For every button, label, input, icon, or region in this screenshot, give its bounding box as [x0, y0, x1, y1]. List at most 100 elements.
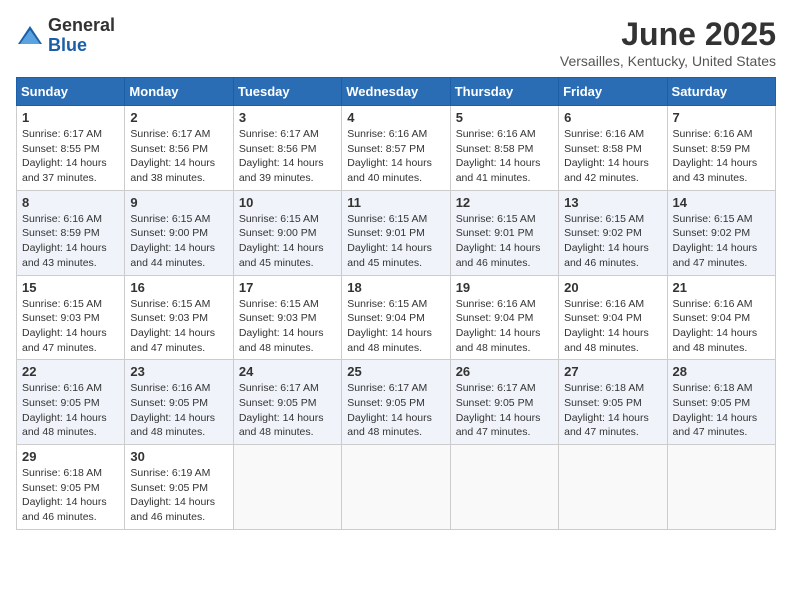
calendar-cell: 23 Sunrise: 6:16 AM Sunset: 9:05 PM Dayl… — [125, 360, 233, 445]
day-info: Sunrise: 6:17 AM Sunset: 9:05 PM Dayligh… — [456, 381, 553, 440]
calendar-cell: 11 Sunrise: 6:15 AM Sunset: 9:01 PM Dayl… — [342, 190, 450, 275]
day-info: Sunrise: 6:15 AM Sunset: 9:02 PM Dayligh… — [564, 212, 661, 271]
day-number: 24 — [239, 364, 336, 379]
day-number: 9 — [130, 195, 227, 210]
calendar-row-4: 22 Sunrise: 6:16 AM Sunset: 9:05 PM Dayl… — [17, 360, 776, 445]
sunset-label: Sunset: 9:04 PM — [564, 312, 642, 324]
day-number: 13 — [564, 195, 661, 210]
sunset-label: Sunset: 9:02 PM — [564, 227, 642, 239]
sunrise-label: Sunrise: 6:16 AM — [347, 128, 427, 140]
sunrise-label: Sunrise: 6:16 AM — [22, 382, 102, 394]
daylight-label: Daylight: 14 hours and 48 minutes. — [347, 412, 432, 439]
header-monday: Monday — [125, 78, 233, 106]
daylight-label: Daylight: 14 hours and 48 minutes. — [239, 327, 324, 354]
sunrise-label: Sunrise: 6:17 AM — [239, 128, 319, 140]
day-number: 4 — [347, 110, 444, 125]
header-thursday: Thursday — [450, 78, 558, 106]
calendar-cell: 25 Sunrise: 6:17 AM Sunset: 9:05 PM Dayl… — [342, 360, 450, 445]
sunset-label: Sunset: 9:02 PM — [673, 227, 751, 239]
sunrise-label: Sunrise: 6:16 AM — [564, 128, 644, 140]
calendar-body: 1 Sunrise: 6:17 AM Sunset: 8:55 PM Dayli… — [17, 106, 776, 530]
sunset-label: Sunset: 8:58 PM — [456, 143, 534, 155]
day-number: 15 — [22, 280, 119, 295]
calendar-header: Sunday Monday Tuesday Wednesday Thursday… — [17, 78, 776, 106]
calendar-cell: 29 Sunrise: 6:18 AM Sunset: 9:05 PM Dayl… — [17, 445, 125, 530]
daylight-label: Daylight: 14 hours and 48 minutes. — [456, 327, 541, 354]
sunrise-label: Sunrise: 6:15 AM — [22, 298, 102, 310]
sunrise-label: Sunrise: 6:18 AM — [673, 382, 753, 394]
sunset-label: Sunset: 9:04 PM — [456, 312, 534, 324]
day-info: Sunrise: 6:18 AM Sunset: 9:05 PM Dayligh… — [564, 381, 661, 440]
calendar-row-2: 8 Sunrise: 6:16 AM Sunset: 8:59 PM Dayli… — [17, 190, 776, 275]
daylight-label: Daylight: 14 hours and 48 minutes. — [673, 327, 758, 354]
sunset-label: Sunset: 9:03 PM — [239, 312, 317, 324]
calendar-cell: 16 Sunrise: 6:15 AM Sunset: 9:03 PM Dayl… — [125, 275, 233, 360]
day-number: 21 — [673, 280, 770, 295]
sunrise-label: Sunrise: 6:17 AM — [239, 382, 319, 394]
daylight-label: Daylight: 14 hours and 48 minutes. — [22, 412, 107, 439]
sunrise-label: Sunrise: 6:18 AM — [564, 382, 644, 394]
daylight-label: Daylight: 14 hours and 46 minutes. — [130, 496, 215, 523]
sunrise-label: Sunrise: 6:16 AM — [673, 128, 753, 140]
day-info: Sunrise: 6:15 AM Sunset: 9:03 PM Dayligh… — [239, 297, 336, 356]
calendar-row-1: 1 Sunrise: 6:17 AM Sunset: 8:55 PM Dayli… — [17, 106, 776, 191]
header-tuesday: Tuesday — [233, 78, 341, 106]
sunset-label: Sunset: 9:03 PM — [22, 312, 100, 324]
sunset-label: Sunset: 8:56 PM — [130, 143, 208, 155]
sunset-label: Sunset: 9:05 PM — [130, 397, 208, 409]
day-info: Sunrise: 6:15 AM Sunset: 9:03 PM Dayligh… — [22, 297, 119, 356]
day-number: 8 — [22, 195, 119, 210]
daylight-label: Daylight: 14 hours and 48 minutes. — [564, 327, 649, 354]
header-friday: Friday — [559, 78, 667, 106]
day-number: 17 — [239, 280, 336, 295]
day-number: 25 — [347, 364, 444, 379]
sunrise-label: Sunrise: 6:16 AM — [456, 298, 536, 310]
day-number: 19 — [456, 280, 553, 295]
calendar-cell: 30 Sunrise: 6:19 AM Sunset: 9:05 PM Dayl… — [125, 445, 233, 530]
day-info: Sunrise: 6:16 AM Sunset: 9:04 PM Dayligh… — [673, 297, 770, 356]
day-number: 12 — [456, 195, 553, 210]
day-info: Sunrise: 6:16 AM Sunset: 8:58 PM Dayligh… — [456, 127, 553, 186]
calendar-cell: 18 Sunrise: 6:15 AM Sunset: 9:04 PM Dayl… — [342, 275, 450, 360]
header-row: Sunday Monday Tuesday Wednesday Thursday… — [17, 78, 776, 106]
day-number: 30 — [130, 449, 227, 464]
logo-text: General Blue — [48, 16, 115, 56]
day-info: Sunrise: 6:15 AM Sunset: 9:01 PM Dayligh… — [347, 212, 444, 271]
sunrise-label: Sunrise: 6:15 AM — [130, 213, 210, 225]
sunset-label: Sunset: 9:05 PM — [130, 482, 208, 494]
sunrise-label: Sunrise: 6:15 AM — [456, 213, 536, 225]
sunset-label: Sunset: 8:59 PM — [22, 227, 100, 239]
calendar-cell: 13 Sunrise: 6:15 AM Sunset: 9:02 PM Dayl… — [559, 190, 667, 275]
calendar-cell: 4 Sunrise: 6:16 AM Sunset: 8:57 PM Dayli… — [342, 106, 450, 191]
calendar-cell: 24 Sunrise: 6:17 AM Sunset: 9:05 PM Dayl… — [233, 360, 341, 445]
calendar-row-5: 29 Sunrise: 6:18 AM Sunset: 9:05 PM Dayl… — [17, 445, 776, 530]
sunrise-label: Sunrise: 6:15 AM — [239, 298, 319, 310]
sunset-label: Sunset: 8:55 PM — [22, 143, 100, 155]
daylight-label: Daylight: 14 hours and 47 minutes. — [673, 412, 758, 439]
calendar-cell: 12 Sunrise: 6:15 AM Sunset: 9:01 PM Dayl… — [450, 190, 558, 275]
sunrise-label: Sunrise: 6:16 AM — [22, 213, 102, 225]
daylight-label: Daylight: 14 hours and 47 minutes. — [22, 327, 107, 354]
day-info: Sunrise: 6:17 AM Sunset: 8:55 PM Dayligh… — [22, 127, 119, 186]
day-info: Sunrise: 6:15 AM Sunset: 9:03 PM Dayligh… — [130, 297, 227, 356]
calendar-cell: 21 Sunrise: 6:16 AM Sunset: 9:04 PM Dayl… — [667, 275, 775, 360]
page-header: General Blue June 2025 Versailles, Kentu… — [16, 16, 776, 69]
daylight-label: Daylight: 14 hours and 47 minutes. — [673, 242, 758, 269]
calendar-cell: 14 Sunrise: 6:15 AM Sunset: 9:02 PM Dayl… — [667, 190, 775, 275]
sunset-label: Sunset: 9:05 PM — [239, 397, 317, 409]
sunset-label: Sunset: 9:05 PM — [22, 482, 100, 494]
day-number: 6 — [564, 110, 661, 125]
day-info: Sunrise: 6:17 AM Sunset: 9:05 PM Dayligh… — [347, 381, 444, 440]
location-text: Versailles, Kentucky, United States — [560, 53, 776, 69]
sunrise-label: Sunrise: 6:17 AM — [347, 382, 427, 394]
day-number: 22 — [22, 364, 119, 379]
sunset-label: Sunset: 9:05 PM — [347, 397, 425, 409]
sunrise-label: Sunrise: 6:16 AM — [564, 298, 644, 310]
calendar-cell: 3 Sunrise: 6:17 AM Sunset: 8:56 PM Dayli… — [233, 106, 341, 191]
calendar-cell — [667, 445, 775, 530]
logo-general-text: General — [48, 16, 115, 36]
daylight-label: Daylight: 14 hours and 43 minutes. — [22, 242, 107, 269]
day-number: 20 — [564, 280, 661, 295]
daylight-label: Daylight: 14 hours and 45 minutes. — [347, 242, 432, 269]
day-number: 2 — [130, 110, 227, 125]
